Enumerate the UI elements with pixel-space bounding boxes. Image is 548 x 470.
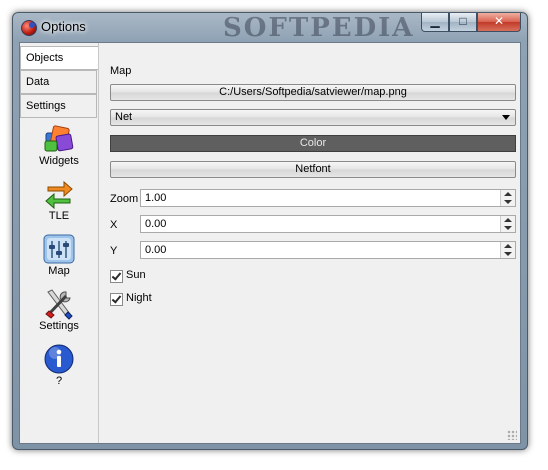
- x-spinbox[interactable]: 0.00: [140, 215, 516, 233]
- zoom-value: 1.00: [145, 192, 167, 204]
- options-window: Options SOFTPEDIA ▁ □ ✕ Objects Data Set…: [12, 12, 528, 450]
- tle-arrows-icon: [45, 180, 73, 210]
- app-icon: [21, 20, 37, 36]
- tab-objects[interactable]: Objects: [20, 46, 98, 70]
- y-stepper[interactable]: [500, 242, 515, 258]
- projection-select[interactable]: Net: [110, 109, 516, 126]
- map-sliders-icon: [43, 234, 75, 264]
- sidebar-item-label: Map: [48, 265, 70, 277]
- arrow-down-icon: [504, 200, 512, 204]
- night-checkbox-label: Night: [126, 292, 152, 304]
- checkmark-icon: [110, 293, 123, 306]
- info-icon: [44, 344, 74, 374]
- sidebar-item-tle[interactable]: TLE: [20, 178, 98, 222]
- arrow-up-icon: [504, 244, 512, 248]
- y-value: 0.00: [145, 244, 167, 256]
- resize-grip-icon[interactable]: [507, 430, 517, 440]
- x-stepper[interactable]: [500, 216, 515, 232]
- zoom-label: Zoom: [110, 193, 139, 205]
- sidebar-item-label: Settings: [39, 320, 79, 332]
- client-area: Objects Data Settings Widgets TLE Map Se…: [19, 42, 521, 444]
- sidebar-item-label: TLE: [48, 210, 70, 222]
- watermark-text: SOFTPEDIA: [223, 13, 415, 43]
- minimize-button[interactable]: ▁: [421, 13, 449, 32]
- title-bar[interactable]: Options SOFTPEDIA ▁ □ ✕: [13, 13, 527, 43]
- sun-checkbox-label: Sun: [126, 269, 146, 281]
- x-label: X: [110, 219, 118, 231]
- close-button[interactable]: ✕: [477, 13, 521, 32]
- tab-settings[interactable]: Settings: [20, 94, 97, 118]
- sidebar-item-label: Widgets: [39, 155, 79, 167]
- color-button[interactable]: Color: [110, 135, 516, 152]
- arrow-up-icon: [504, 218, 512, 222]
- x-value: 0.00: [145, 218, 167, 230]
- arrow-up-icon: [504, 192, 512, 196]
- sidebar-item-help[interactable]: ?: [20, 343, 98, 387]
- sidebar-item-settings[interactable]: Settings: [20, 288, 98, 332]
- tab-data[interactable]: Data: [20, 70, 97, 94]
- zoom-stepper[interactable]: [500, 190, 515, 206]
- sidebar-divider: [98, 43, 99, 443]
- y-label: Y: [110, 245, 118, 257]
- y-spinbox[interactable]: 0.00: [140, 241, 516, 259]
- widgets-icon: [44, 125, 74, 152]
- map-file-button[interactable]: C:/Users/Softpedia/satviewer/map.png: [110, 84, 516, 101]
- map-section-label: Map: [110, 65, 132, 77]
- window-title: Options: [41, 19, 86, 34]
- maximize-button[interactable]: □: [449, 13, 477, 32]
- arrow-down-icon: [504, 226, 512, 230]
- sidebar-item-map[interactable]: Map: [20, 233, 98, 277]
- chevron-down-icon: [502, 115, 510, 120]
- arrow-down-icon: [504, 252, 512, 256]
- checkmark-icon: [110, 270, 123, 283]
- tools-icon: [45, 289, 73, 320]
- zoom-spinbox[interactable]: 1.00: [140, 189, 516, 207]
- sidebar-item-label: ?: [55, 375, 63, 387]
- netfont-button[interactable]: Netfont: [110, 161, 516, 178]
- projection-selected-value: Net: [115, 111, 133, 123]
- sidebar-item-widgets[interactable]: Widgets: [20, 123, 98, 167]
